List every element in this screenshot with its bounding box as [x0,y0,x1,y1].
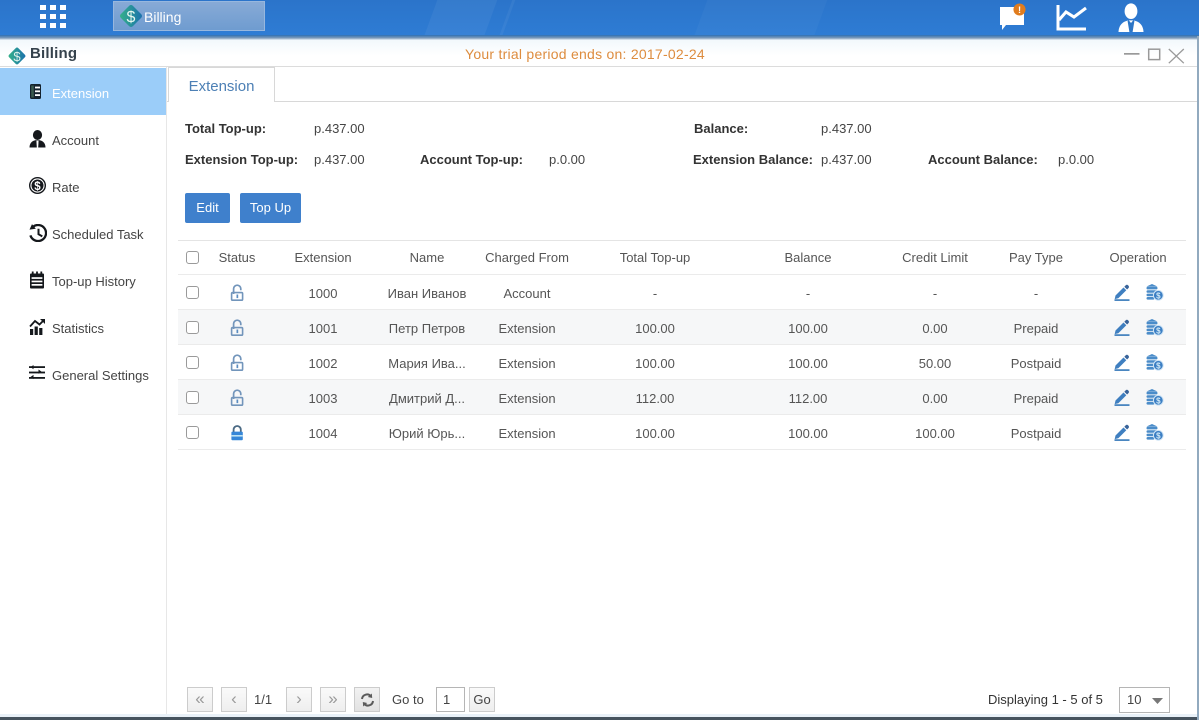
svg-text:$: $ [1156,361,1161,370]
svg-text:$: $ [1156,396,1161,405]
svg-text:$: $ [1156,326,1161,335]
svg-text:$: $ [34,181,41,193]
svg-text:$: $ [1156,291,1161,300]
svg-text:$: $ [1156,431,1161,440]
svg-text:!: ! [1018,5,1021,15]
svg-text:$: $ [127,9,136,26]
